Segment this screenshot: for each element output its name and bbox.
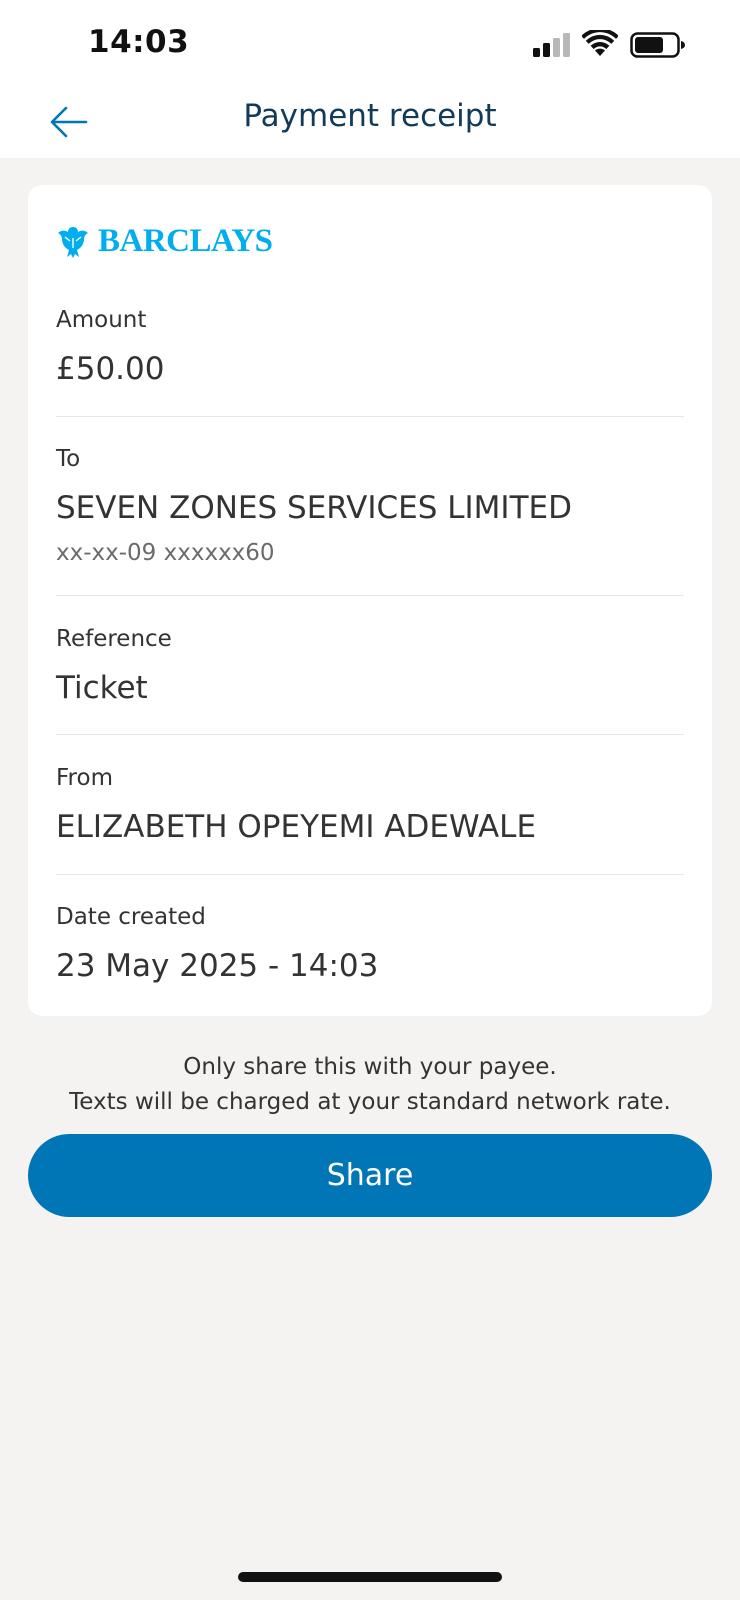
share-button[interactable]: Share <box>28 1134 712 1217</box>
wifi-icon <box>582 30 618 56</box>
brand-name: BARCLAYS <box>98 223 273 259</box>
date-field: Date created 23 May 2025 - 14:03 <box>56 904 684 984</box>
payee-field: To SEVEN ZONES SERVICES LIMITED xx-xx-09… <box>56 446 684 566</box>
signal-icon <box>533 33 570 57</box>
from-label: From <box>56 765 113 791</box>
page-title: Payment receipt <box>243 98 497 134</box>
payee-label: To <box>56 446 81 472</box>
header: Payment receipt <box>0 88 740 158</box>
payment-receipt-screen: 14:03 Payment receipt BARCLAYS Amount £5… <box>0 0 740 1600</box>
receipt-card: BARCLAYS Amount £50.00 To SEVEN ZONES SE… <box>28 185 712 1016</box>
from-value: ELIZABETH OPEYEMI ADEWALE <box>56 809 537 845</box>
divider <box>56 734 684 735</box>
amount-label: Amount <box>56 307 147 333</box>
date-label: Date created <box>56 904 206 930</box>
payee-account: xx-xx-09 xxxxxx60 <box>56 540 275 566</box>
share-notice: Only share this with your payee. Texts w… <box>0 1050 740 1120</box>
reference-value: Ticket <box>56 670 148 706</box>
status-bar: 14:03 <box>0 0 740 88</box>
notice-line-2: Texts will be charged at your standard n… <box>69 1089 671 1115</box>
reference-field: Reference Ticket <box>56 626 684 706</box>
reference-label: Reference <box>56 626 172 652</box>
payee-name: SEVEN ZONES SERVICES LIMITED <box>56 490 572 526</box>
divider <box>56 874 684 875</box>
battery-icon <box>630 32 685 58</box>
divider <box>56 595 684 596</box>
from-field: From ELIZABETH OPEYEMI ADEWALE <box>56 765 684 845</box>
divider <box>56 416 684 417</box>
date-value: 23 May 2025 - 14:03 <box>56 948 379 984</box>
amount-field: Amount £50.00 <box>56 307 684 387</box>
home-indicator[interactable] <box>238 1572 502 1582</box>
notice-line-1: Only share this with your payee. <box>183 1054 557 1080</box>
amount-value: £50.00 <box>56 351 165 387</box>
status-time: 14:03 <box>88 24 190 60</box>
eagle-icon <box>58 226 88 258</box>
barclays-logo: BARCLAYS <box>56 223 273 260</box>
